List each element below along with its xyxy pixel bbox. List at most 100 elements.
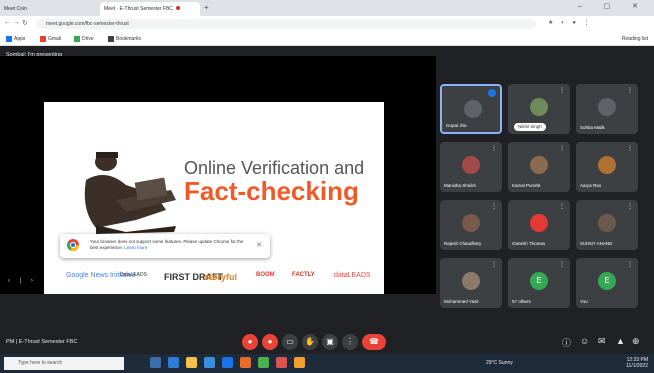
participant-tile[interactable]: E ⋮ 57 others bbox=[508, 258, 570, 308]
more-options-icon[interactable]: ⋮ bbox=[491, 261, 497, 268]
mic-off-button[interactable]: ● bbox=[242, 334, 258, 350]
logo-boom: BOOM bbox=[256, 272, 275, 278]
avatar bbox=[598, 214, 616, 232]
window-controls[interactable]: – ▢ ✕ bbox=[578, 2, 648, 10]
more-options-icon[interactable]: ⋮ bbox=[559, 203, 565, 210]
more-options-icon[interactable]: ⋮ bbox=[627, 87, 633, 94]
avatar bbox=[530, 214, 548, 232]
store-icon[interactable] bbox=[204, 357, 215, 368]
notice-text: Your browser does not support some featu… bbox=[90, 239, 250, 251]
recording-icon bbox=[175, 6, 180, 10]
chat-icon[interactable]: ✉ bbox=[598, 336, 606, 347]
avatar bbox=[530, 98, 548, 116]
notice-link[interactable]: Learn more bbox=[124, 245, 147, 250]
close-icon[interactable]: ✕ bbox=[256, 241, 262, 249]
folder-icon bbox=[108, 35, 114, 42]
raise-hand-button[interactable]: ✋ bbox=[302, 334, 318, 350]
extension-icons[interactable]: ★ ◐ ● ⋮ bbox=[548, 19, 593, 26]
more-options-icon[interactable]: ⋮ bbox=[559, 261, 565, 268]
meeting-controls-bar: PM | E-Thrust Semester FBC ● ● ▭ ✋ ▣ ⋮ ☎… bbox=[0, 334, 654, 354]
participant-tile[interactable]: ⋮ SUNNY ANAND bbox=[576, 200, 638, 250]
more-options-button[interactable]: ⋮ bbox=[342, 334, 358, 350]
participant-name: 57 others bbox=[512, 299, 531, 304]
participant-name: Kamal Purohit bbox=[512, 183, 541, 188]
back-icon[interactable]: ← bbox=[4, 19, 11, 26]
lock-icon[interactable]: ⊕ bbox=[632, 336, 640, 347]
participant-name: Gopal Jha bbox=[446, 123, 467, 128]
tab-label: Meet · E-Thrust Semester FBC bbox=[104, 6, 173, 12]
info-icon[interactable]: ⓘ bbox=[562, 336, 571, 349]
captions-button[interactable]: ▭ bbox=[282, 334, 298, 350]
participant-tile[interactable]: ⋮ Manisha Sheikh bbox=[440, 142, 502, 192]
notice-message: Your browser does not support some featu… bbox=[90, 239, 244, 250]
browser-tab-active[interactable]: Meet · E-Thrust Semester FBC bbox=[100, 2, 200, 16]
participant-name: SUNNY ANAND bbox=[580, 241, 613, 246]
meeting-title: PM | E-Thrust Semester FBC bbox=[6, 339, 78, 345]
participant-name: Aarya Rao bbox=[580, 183, 602, 188]
folder-app-icon[interactable] bbox=[294, 357, 305, 368]
app-icon[interactable] bbox=[276, 357, 287, 368]
edge-icon[interactable] bbox=[168, 357, 179, 368]
avatar: E bbox=[530, 272, 548, 290]
os-taskbar: Type here to search 29°C Sunny 12:33 PM … bbox=[0, 354, 654, 373]
avatar bbox=[598, 98, 616, 116]
forward-icon[interactable]: → bbox=[13, 19, 20, 26]
more-options-icon[interactable]: ⋮ bbox=[559, 87, 565, 94]
slide-navigation[interactable]: ‹ | › bbox=[8, 278, 37, 284]
activities-icon[interactable]: ▲ bbox=[616, 336, 625, 346]
chrome-taskbar-icon[interactable] bbox=[258, 357, 269, 368]
avatar bbox=[462, 156, 480, 174]
more-options-icon[interactable]: ⋮ bbox=[491, 145, 497, 152]
participant-tile[interactable]: ⋮ Nikhil Singh bbox=[508, 84, 570, 134]
participant-tile[interactable]: ⋮ Rajesh Chaudhary bbox=[440, 200, 502, 250]
people-icon[interactable]: ☺ bbox=[580, 336, 589, 346]
avatar bbox=[598, 156, 616, 174]
bookmark-item[interactable]: Bookmarks bbox=[108, 34, 141, 44]
more-options-icon[interactable]: ⋮ bbox=[627, 145, 633, 152]
bookmarks-bar: Apps Gmail Drive Bookmarks Reading list bbox=[0, 32, 654, 46]
participant-tile[interactable]: ⋮ Kamal Purohit bbox=[508, 142, 570, 192]
bookmark-item[interactable]: Gmail bbox=[40, 34, 61, 44]
end-call-button[interactable]: ☎ bbox=[362, 334, 386, 350]
present-button[interactable]: ▣ bbox=[322, 334, 338, 350]
participant-tile[interactable]: E ⋮ You bbox=[576, 258, 638, 308]
system-clock[interactable]: 12:33 PM 11/1/2022 bbox=[626, 357, 648, 369]
apps-icon bbox=[6, 35, 12, 42]
logo-storyful: storyful bbox=[204, 272, 238, 282]
more-options-icon[interactable]: ⋮ bbox=[559, 145, 565, 152]
participant-tile[interactable]: ⋮Gopal Jha bbox=[440, 84, 502, 134]
participant-tile[interactable]: ⋮ Mohammed Yasir bbox=[440, 258, 502, 308]
avatar bbox=[464, 100, 482, 118]
gmail-icon bbox=[40, 35, 46, 42]
logo-dataleads-2: dataLEADS bbox=[334, 272, 371, 279]
slide-title-line2: Fact-checking bbox=[184, 176, 359, 206]
participant-name: Mohammed Yasir bbox=[444, 299, 479, 304]
new-tab-button[interactable]: + bbox=[204, 3, 209, 12]
url-input[interactable]: meet.google.com/fbc-semester-thrust bbox=[36, 19, 536, 29]
avatar bbox=[530, 156, 548, 174]
bookmark-item[interactable]: Drive bbox=[74, 34, 94, 44]
taskbar-search-input[interactable]: Type here to search bbox=[4, 357, 124, 370]
avatar bbox=[462, 272, 480, 290]
participant-tile[interactable]: ⋮ Ganesh Thomas bbox=[508, 200, 570, 250]
more-options-icon[interactable]: ⋮ bbox=[627, 203, 633, 210]
participant-tile[interactable]: ⋮ Aarya Rao bbox=[576, 142, 638, 192]
office-icon[interactable] bbox=[240, 357, 251, 368]
weather-widget[interactable]: 29°C Sunny bbox=[486, 360, 513, 366]
bookmark-item[interactable]: Apps bbox=[6, 34, 25, 44]
file-explorer-icon[interactable] bbox=[186, 357, 197, 368]
reading-list[interactable]: Reading list bbox=[622, 34, 648, 44]
participant-name: Sohba Malik bbox=[580, 125, 605, 130]
task-view-icon[interactable] bbox=[150, 357, 161, 368]
browser-tab[interactable]: Meet Coin bbox=[0, 2, 100, 16]
browser-tab-strip: Meet Coin Meet · E-Thrust Semester FBC +… bbox=[0, 0, 654, 16]
camera-off-button[interactable]: ● bbox=[262, 334, 278, 350]
reload-icon[interactable]: ↻ bbox=[22, 19, 28, 27]
chrome-icon bbox=[67, 239, 79, 251]
more-options-icon[interactable]: ⋮ bbox=[627, 261, 633, 268]
avatar bbox=[462, 214, 480, 232]
participant-tile[interactable]: ⋮ Sohba Malik bbox=[576, 84, 638, 134]
mail-icon[interactable] bbox=[222, 357, 233, 368]
more-options-icon[interactable]: ⋮ bbox=[491, 203, 497, 210]
speaking-indicator-icon bbox=[488, 89, 496, 97]
